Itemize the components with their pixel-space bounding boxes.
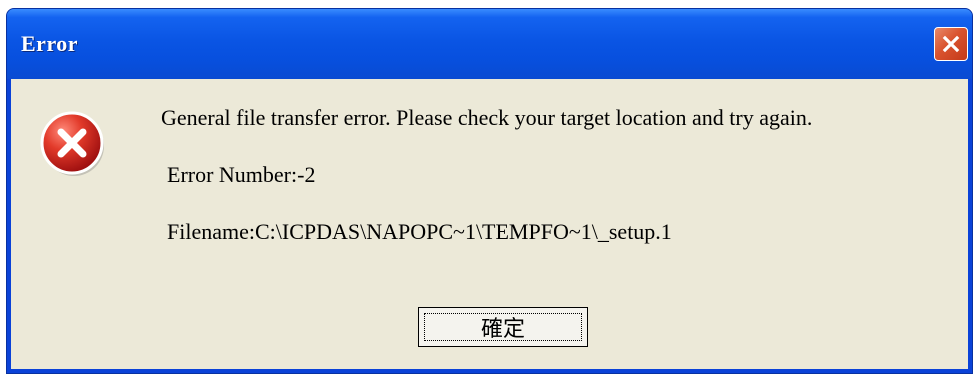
- close-icon: [942, 35, 960, 53]
- dialog-body: General file transfer error. Please chec…: [11, 79, 968, 369]
- error-dialog-window: Error General file transfer error. Pleas…: [6, 8, 973, 374]
- error-filename: Filename:C:\ICPDAS\NAPOPC~1\TEMPFO~1\_se…: [167, 219, 672, 244]
- close-button[interactable]: [934, 27, 968, 61]
- error-icon: [40, 111, 104, 176]
- error-message: General file transfer error. Please chec…: [161, 105, 813, 130]
- error-number: Error Number:-2: [167, 162, 316, 187]
- focus-rectangle: [424, 313, 582, 341]
- ok-button[interactable]: 確定: [418, 307, 588, 347]
- window-title: Error: [21, 31, 79, 56]
- title-bar[interactable]: Error: [7, 9, 972, 79]
